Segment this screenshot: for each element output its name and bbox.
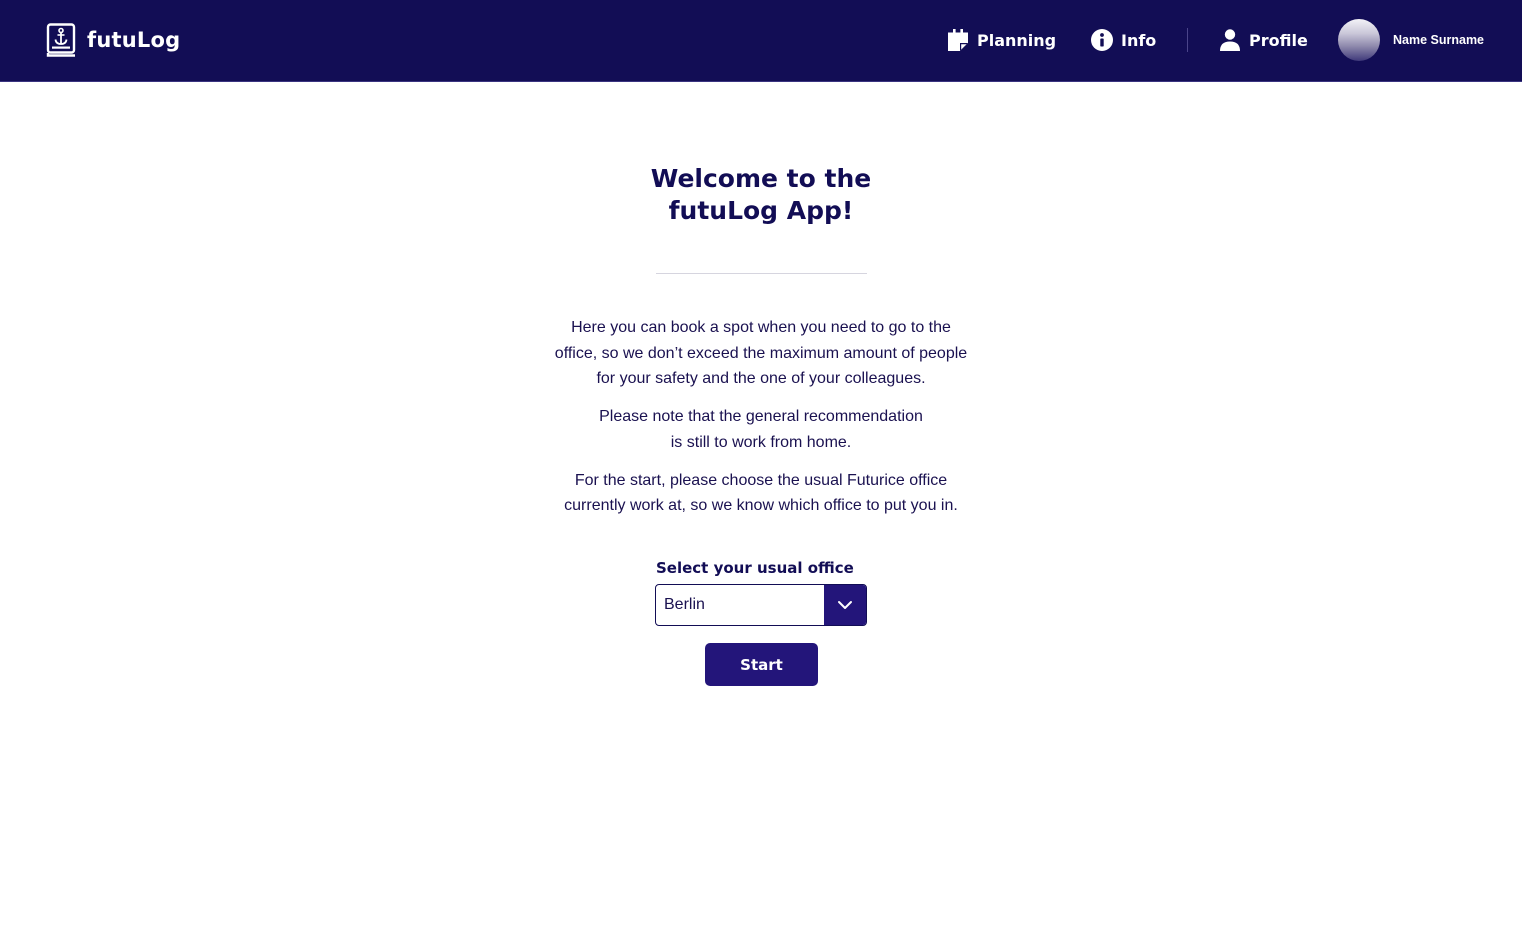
nav-planning-label: Planning (977, 30, 1057, 50)
intro-line: Here you can book a spot when you need t… (571, 319, 951, 336)
nav-planning[interactable]: Planning (947, 27, 1056, 53)
user-name: Name Surname (1393, 33, 1485, 47)
anchor-book-icon (46, 22, 76, 57)
intro-text: Here you can book a spot when you need t… (511, 315, 1011, 531)
top-navigation-bar: futuLog Planning Info Profile Name Surna… (0, 0, 1522, 82)
page-title: Welcome to the futuLog App! (561, 163, 961, 227)
office-select-value: Berlin (664, 596, 705, 613)
title-line: Welcome to the (650, 164, 872, 193)
intro-line: Please note that the general recommendat… (599, 408, 923, 425)
info-icon (1091, 29, 1113, 51)
title-divider (656, 273, 867, 274)
avatar (1338, 19, 1380, 61)
calendar-icon (948, 29, 968, 51)
welcome-page: Welcome to the futuLog App! Here you can… (0, 83, 1522, 950)
nav-profile[interactable]: Profile (1219, 27, 1308, 53)
intro-paragraph: Please note that the general recommendat… (511, 404, 1011, 455)
intro-line: For the start, please choose the usual F… (574, 471, 948, 489)
intro-paragraph: For the start, please choose the usual F… (511, 468, 1011, 519)
nav-info-label: Info (1121, 30, 1157, 50)
intro-paragraph: Here you can book a spot when you need t… (511, 315, 1011, 392)
intro-line: office, so we don’t exceed the maximum a… (554, 344, 968, 362)
chevron-down-icon (838, 601, 852, 609)
intro-line: is still to work from home. (670, 433, 852, 451)
app-name: futuLog (87, 28, 181, 52)
office-select-toggle[interactable] (824, 585, 866, 625)
nav-info[interactable]: Info (1091, 27, 1156, 53)
nav-divider (1187, 28, 1188, 52)
office-select[interactable]: Berlin (655, 584, 867, 626)
user-menu[interactable]: Name Surname (1338, 19, 1484, 61)
office-select-label: Select your usual office (656, 559, 854, 577)
nav-profile-label: Profile (1249, 30, 1308, 50)
person-icon (1220, 29, 1240, 51)
app-logo-link[interactable]: futuLog (46, 22, 180, 58)
intro-line: for your safety and the one of your coll… (596, 370, 926, 387)
intro-line: currently work at, so we know which offi… (564, 497, 958, 514)
start-button[interactable]: Start (705, 643, 818, 686)
title-line: futuLog App! (668, 196, 854, 225)
